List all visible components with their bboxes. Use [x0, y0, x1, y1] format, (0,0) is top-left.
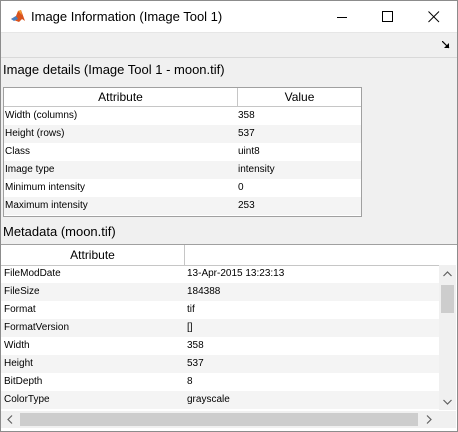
value-column-header[interactable]: Value	[238, 88, 361, 106]
attribute-column-header[interactable]: Attribute	[1, 245, 185, 265]
attribute-cell: Width	[4, 340, 30, 351]
attribute-cell: Format	[4, 304, 36, 315]
scroll-up-arrow-icon[interactable]	[443, 271, 452, 277]
minimize-icon	[337, 17, 347, 18]
window-title: Image Information (Image Tool 1)	[31, 9, 223, 24]
value-cell: tif	[187, 304, 195, 315]
table-row[interactable]: Class uint8	[4, 143, 361, 161]
value-cell: []	[187, 322, 193, 333]
maximize-button[interactable]	[365, 1, 411, 32]
table-row[interactable]: Height (rows) 537	[4, 125, 361, 143]
scroll-right-arrow-icon[interactable]	[426, 415, 432, 424]
toolbar-strip	[1, 32, 457, 58]
attribute-cell: Image type	[5, 164, 55, 175]
table-row[interactable]: Image type intensity	[4, 161, 361, 179]
value-cell: grayscale	[187, 394, 230, 405]
attribute-cell: FormatVersion	[4, 322, 70, 333]
scroll-left-arrow-icon[interactable]	[7, 415, 13, 424]
value-cell: 358	[238, 110, 255, 121]
vertical-scroll-thumb[interactable]	[441, 285, 454, 313]
value-cell: 8	[187, 376, 193, 387]
scroll-down-arrow-icon[interactable]	[443, 399, 452, 405]
attribute-cell: BitDepth	[4, 376, 43, 387]
value-cell: 0	[238, 182, 244, 193]
table-row[interactable]: Height 537	[1, 355, 439, 373]
image-details-table: Attribute Value Width (columns) 358 Heig…	[3, 87, 362, 217]
attribute-cell: Height	[4, 358, 33, 369]
table-row[interactable]: Width (columns) 358	[4, 107, 361, 125]
attribute-cell: FileModDate	[4, 268, 61, 279]
value-column-header[interactable]	[185, 245, 439, 265]
table-header: Attribute Value	[4, 88, 361, 107]
value-cell: 537	[238, 128, 255, 139]
value-cell: 184388	[187, 286, 221, 297]
table-row[interactable]: Maximum intensity 253	[4, 197, 361, 215]
image-information-window: Image Information (Image Tool 1) Image d…	[0, 0, 458, 432]
title-bar: Image Information (Image Tool 1)	[1, 1, 457, 32]
vertical-scrollbar[interactable]	[439, 265, 456, 410]
attribute-cell: ColorType	[4, 394, 50, 405]
attribute-cell: Class	[5, 146, 31, 157]
value-cell: 537	[187, 358, 204, 369]
close-icon	[428, 11, 440, 23]
table-row[interactable]: FormatVersion []	[1, 319, 439, 337]
image-details-title: Image details (Image Tool 1 - moon.tif)	[3, 62, 225, 77]
value-cell: 13-Apr-2015 13:23:13	[187, 268, 285, 279]
close-button[interactable]	[411, 1, 457, 32]
horizontal-scrollbar[interactable]	[1, 411, 439, 428]
value-cell: intensity	[238, 164, 275, 175]
table-row[interactable]: FileSize 184388	[1, 283, 439, 301]
attribute-cell: Height (rows)	[5, 128, 65, 139]
attribute-cell: Minimum intensity	[5, 182, 86, 193]
value-cell: uint8	[238, 146, 260, 157]
table-row[interactable]: FileModDate 13-Apr-2015 13:23:13	[1, 265, 439, 283]
scrollbar-corner	[439, 411, 456, 428]
maximize-icon	[382, 11, 393, 22]
attribute-column-header[interactable]: Attribute	[4, 88, 238, 106]
table-row[interactable]: Format tif	[1, 301, 439, 319]
attribute-cell: Maximum intensity	[5, 200, 88, 211]
attribute-cell: Width (columns)	[5, 110, 78, 121]
attribute-cell: FileSize	[4, 286, 40, 297]
table-row[interactable]: ColorType grayscale	[1, 391, 439, 409]
table-row[interactable]: Width 358	[1, 337, 439, 355]
matlab-icon	[10, 8, 26, 24]
minimize-button[interactable]	[319, 1, 365, 32]
metadata-title: Metadata (moon.tif)	[3, 224, 116, 239]
horizontal-scroll-thumb[interactable]	[20, 413, 418, 426]
value-cell: 253	[238, 200, 255, 211]
dock-arrow-icon[interactable]	[442, 41, 450, 49]
table-row[interactable]: BitDepth 8	[1, 373, 439, 391]
metadata-table: Attribute FileModDate 13-Apr-2015 13:23:…	[1, 244, 457, 431]
value-cell: 358	[187, 340, 204, 351]
table-row[interactable]: Minimum intensity 0	[4, 179, 361, 197]
table-header: Attribute	[1, 245, 439, 266]
